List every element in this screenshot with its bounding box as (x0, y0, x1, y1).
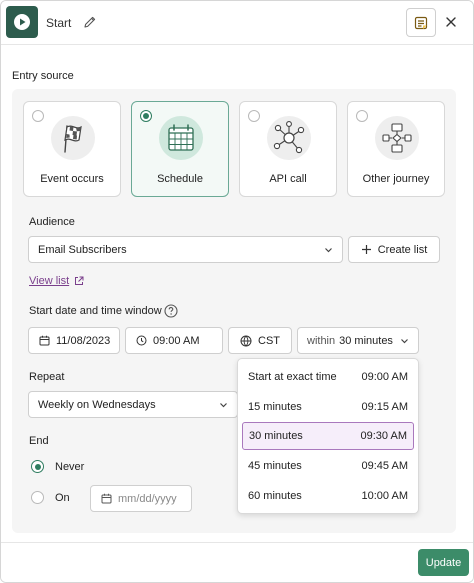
window-label: Start date and time window (29, 305, 162, 317)
date-input[interactable]: 11/08/2023 (28, 327, 120, 354)
option-label: 60 minutes (248, 490, 302, 502)
timezone-select[interactable]: CST (228, 327, 292, 354)
never-label: Never (55, 460, 85, 473)
end-date-input[interactable]: mm/dd/yyyy (90, 485, 192, 512)
dropdown-option[interactable]: 60 minutes 10:00 AM (242, 482, 414, 510)
option-time: 10:00 AM (361, 490, 408, 502)
api-label: API call (269, 173, 307, 185)
create-list-label: Create list (377, 243, 428, 256)
dialog-header: Start (1, 1, 473, 45)
dropdown-option[interactable]: 15 minutes 09:15 AM (242, 393, 414, 421)
entry-source-title: Entry source (12, 70, 74, 82)
time-value: 09:00 AM (153, 334, 200, 347)
pencil-icon[interactable] (83, 15, 97, 29)
chevron-down-icon (401, 339, 408, 344)
flowchart-icon (375, 116, 419, 160)
view-list-link[interactable]: View list (29, 275, 69, 287)
within-prefix: within (307, 334, 336, 347)
api-radio[interactable] (248, 110, 260, 122)
notes-button[interactable] (406, 8, 436, 37)
dialog-footer (1, 542, 473, 582)
time-input[interactable]: 09:00 AM (125, 327, 223, 354)
chevron-down-icon (325, 248, 332, 253)
option-label: 15 minutes (248, 401, 302, 413)
repeat-select[interactable]: Weekly on Wednesdays (28, 391, 238, 418)
entry-card-api[interactable]: API call (239, 101, 337, 197)
external-link-icon[interactable] (74, 276, 84, 286)
within-value: 30 minutes (339, 334, 393, 347)
journey-radio[interactable] (356, 110, 368, 122)
chevron-down-icon (220, 403, 227, 408)
globe-icon (240, 335, 252, 347)
calendar-icon (159, 116, 203, 160)
checkered-flag-icon (51, 116, 95, 160)
play-icon (6, 6, 38, 38)
event-radio[interactable] (32, 110, 44, 122)
audience-select[interactable]: Email Subscribers (28, 236, 343, 263)
option-time: 09:15 AM (361, 401, 408, 413)
on-label: On (55, 491, 70, 504)
never-radio[interactable] (31, 460, 44, 473)
start-dialog: Start Entry source Event occurs Schedule… (0, 0, 474, 583)
repeat-value: Weekly on Wednesdays (38, 398, 156, 411)
dropdown-option[interactable]: Start at exact time 09:00 AM (242, 363, 414, 391)
end-date-placeholder: mm/dd/yyyy (118, 492, 177, 505)
close-icon[interactable] (444, 15, 458, 29)
calendar-small-icon (39, 335, 50, 346)
event-label: Event occurs (40, 173, 104, 185)
audience-label: Audience (29, 216, 75, 228)
date-value: 11/08/2023 (56, 334, 111, 347)
entry-card-event[interactable]: Event occurs (23, 101, 121, 197)
schedule-radio[interactable] (140, 110, 152, 122)
dropdown-option-selected[interactable]: 30 minutes 09:30 AM (242, 422, 414, 450)
journey-label: Other journey (362, 173, 430, 185)
end-on-option[interactable]: On (31, 491, 70, 504)
within-select[interactable]: within 30 minutes (297, 327, 419, 354)
end-label: End (29, 435, 49, 447)
option-label: 45 minutes (248, 460, 302, 472)
repeat-label: Repeat (29, 371, 65, 383)
calendar-small-icon (101, 493, 112, 504)
option-time: 09:00 AM (361, 371, 408, 383)
entry-card-schedule[interactable]: Schedule (131, 101, 229, 197)
clock-icon (136, 335, 147, 346)
plus-icon (361, 245, 371, 254)
on-radio[interactable] (31, 491, 44, 504)
within-dropdown-menu: Start at exact time 09:00 AM 15 minutes … (237, 358, 419, 514)
option-label: Start at exact time (248, 371, 337, 383)
network-nodes-icon (267, 116, 311, 160)
end-never-option[interactable]: Never (31, 460, 84, 473)
page-title: Start (46, 16, 72, 30)
schedule-label: Schedule (157, 173, 203, 185)
entry-card-journey[interactable]: Other journey (347, 101, 445, 197)
option-time: 09:45 AM (361, 460, 408, 472)
option-label: 30 minutes (249, 430, 303, 442)
notes-icon (414, 16, 428, 29)
help-icon[interactable] (164, 304, 178, 318)
option-time: 09:30 AM (360, 430, 407, 442)
timezone-value: CST (258, 334, 280, 347)
update-button[interactable]: Update (418, 549, 469, 576)
dropdown-option[interactable]: 45 minutes 09:45 AM (242, 452, 414, 480)
audience-value: Email Subscribers (38, 243, 127, 256)
create-list-button[interactable]: Create list (348, 236, 440, 263)
